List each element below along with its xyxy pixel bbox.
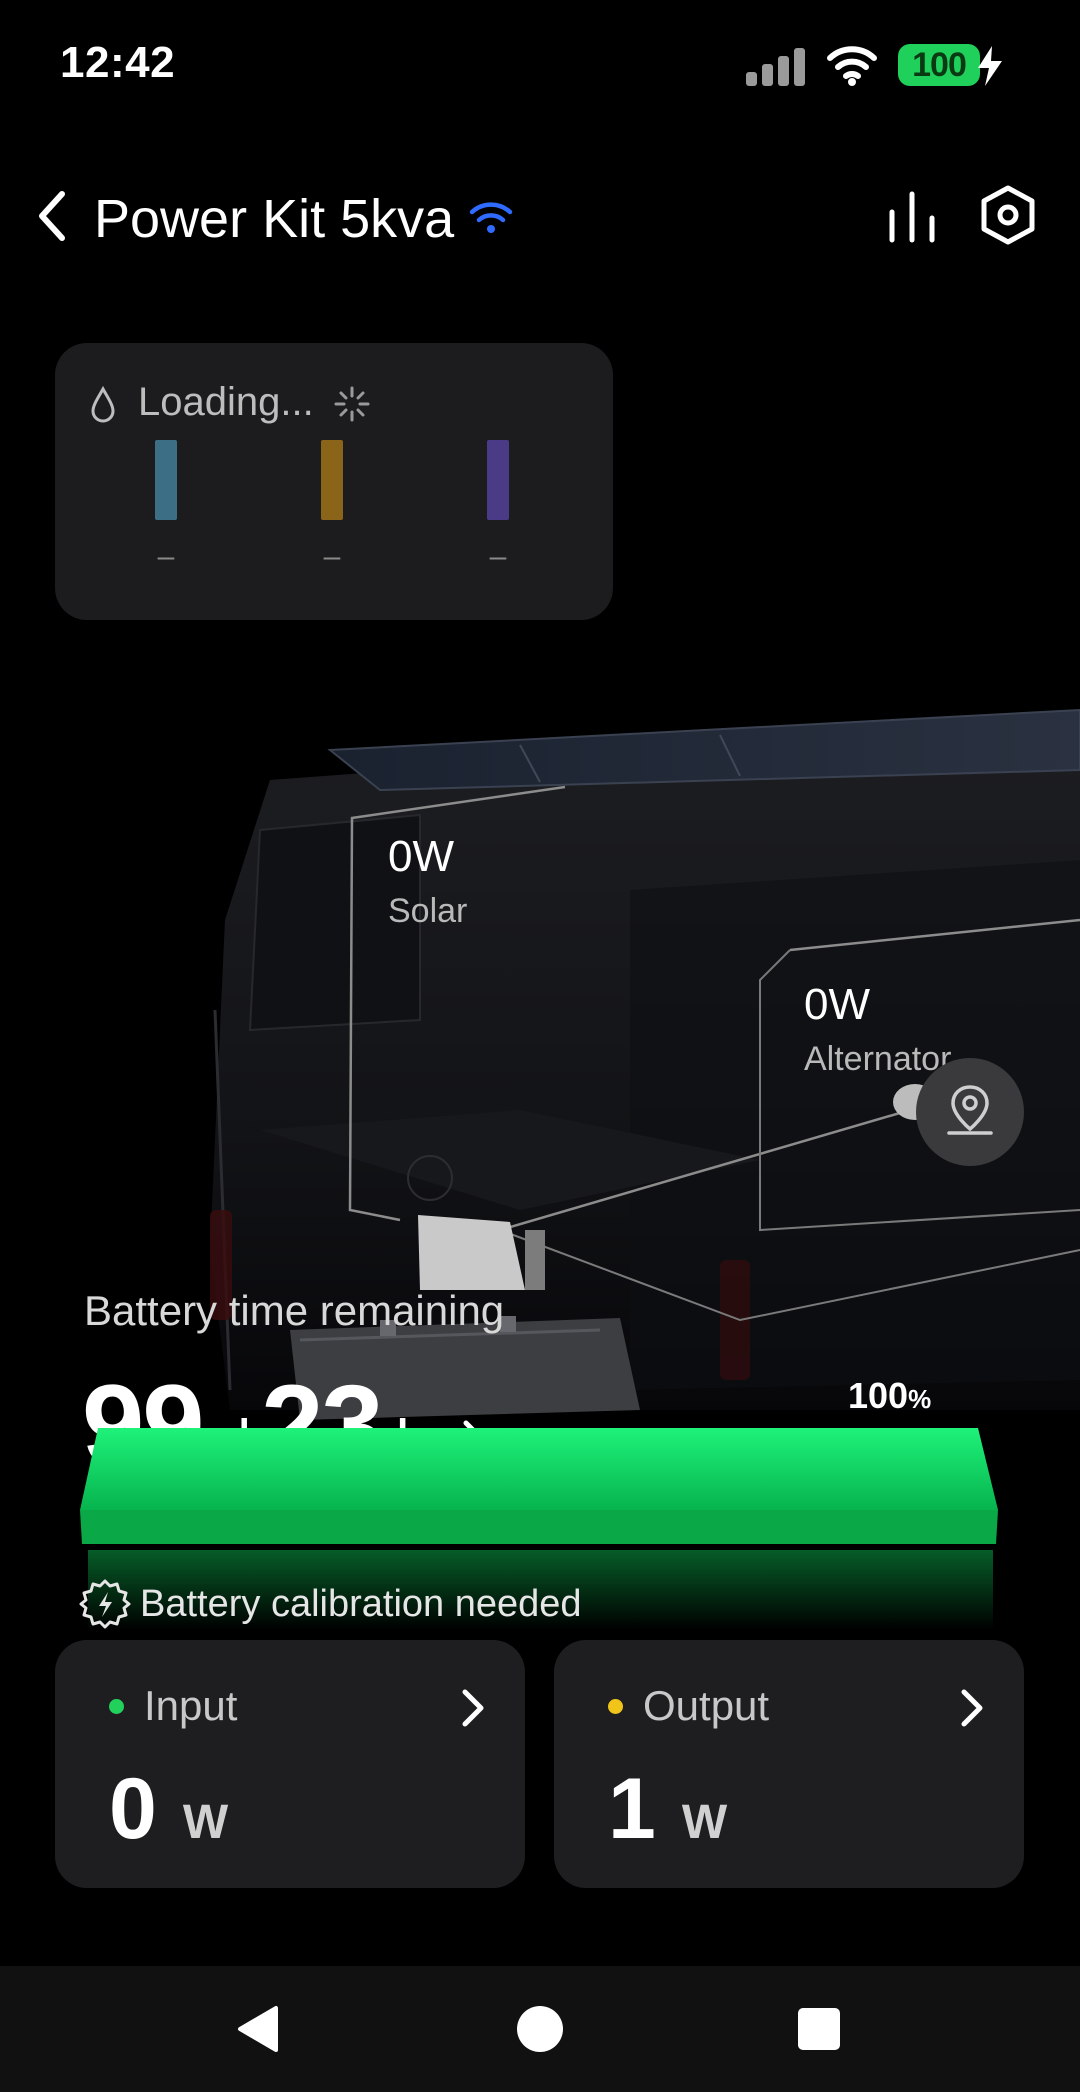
tank-level-bar-3 (487, 440, 509, 520)
location-pin-icon (947, 1085, 993, 1135)
tank-level-bar-2 (321, 440, 343, 520)
output-header: Output (608, 1682, 769, 1730)
tank-level-label-1: – (157, 540, 175, 573)
battery-calibration-notice[interactable]: Battery calibration needed (78, 1577, 582, 1631)
output-unit: W (681, 1796, 728, 1849)
tank-level-label-2: – (323, 540, 341, 573)
settings-button[interactable] (980, 184, 1036, 246)
battery-percent-value: 100 (848, 1375, 909, 1416)
tank-level-label-3: – (489, 540, 507, 573)
chevron-right-icon (961, 1689, 983, 1727)
input-power: 0 W (109, 1760, 228, 1859)
input-unit: W (182, 1796, 229, 1849)
signal-icon (746, 46, 806, 86)
loading-text: Loading... (138, 380, 314, 424)
output-power: 1 W (608, 1760, 727, 1859)
input-label: Input (144, 1682, 238, 1729)
output-status-dot (608, 1698, 623, 1714)
input-value: 0 (109, 1761, 157, 1857)
statistics-chart-button[interactable] (886, 188, 942, 244)
water-drop-icon (91, 385, 115, 423)
alternator-label: Alternator (804, 1040, 952, 1078)
nav-home-button[interactable] (515, 2004, 565, 2054)
alternator-power-value: 0W (804, 980, 870, 1029)
nav-recents-button[interactable] (796, 2006, 842, 2052)
location-button[interactable] (916, 1058, 1024, 1166)
back-button[interactable] (30, 186, 74, 246)
nav-back-button[interactable] (234, 2004, 284, 2054)
loading-spinner-icon (334, 386, 370, 422)
battery-percent-sign: % (908, 1384, 932, 1414)
battery-percent: 100% (848, 1375, 931, 1417)
calibration-gear-icon (79, 1579, 131, 1629)
system-navigation-bar (0, 1966, 1080, 2092)
chevron-right-icon (462, 1689, 484, 1727)
output-label: Output (643, 1682, 770, 1729)
charging-bolt-icon (978, 46, 1002, 86)
status-time: 12:42 (60, 38, 176, 87)
solar-label: Solar (388, 892, 468, 930)
wifi-icon (827, 46, 877, 86)
battery-indicator: 100 (898, 44, 980, 86)
battery-time-label: Battery time remaining (84, 1287, 505, 1334)
input-header: Input (109, 1682, 237, 1730)
input-card[interactable]: Input 0 W (55, 1640, 525, 1888)
connection-wifi-icon (469, 202, 513, 233)
output-value: 1 (608, 1761, 656, 1857)
page-title: Power Kit 5kva (94, 189, 455, 249)
calibration-text: Battery calibration needed (140, 1582, 582, 1625)
solar-power-value: 0W (388, 832, 454, 881)
input-status-dot (109, 1698, 124, 1714)
tank-level-bar-1 (155, 440, 177, 520)
output-card[interactable]: Output 1 W (554, 1640, 1024, 1888)
